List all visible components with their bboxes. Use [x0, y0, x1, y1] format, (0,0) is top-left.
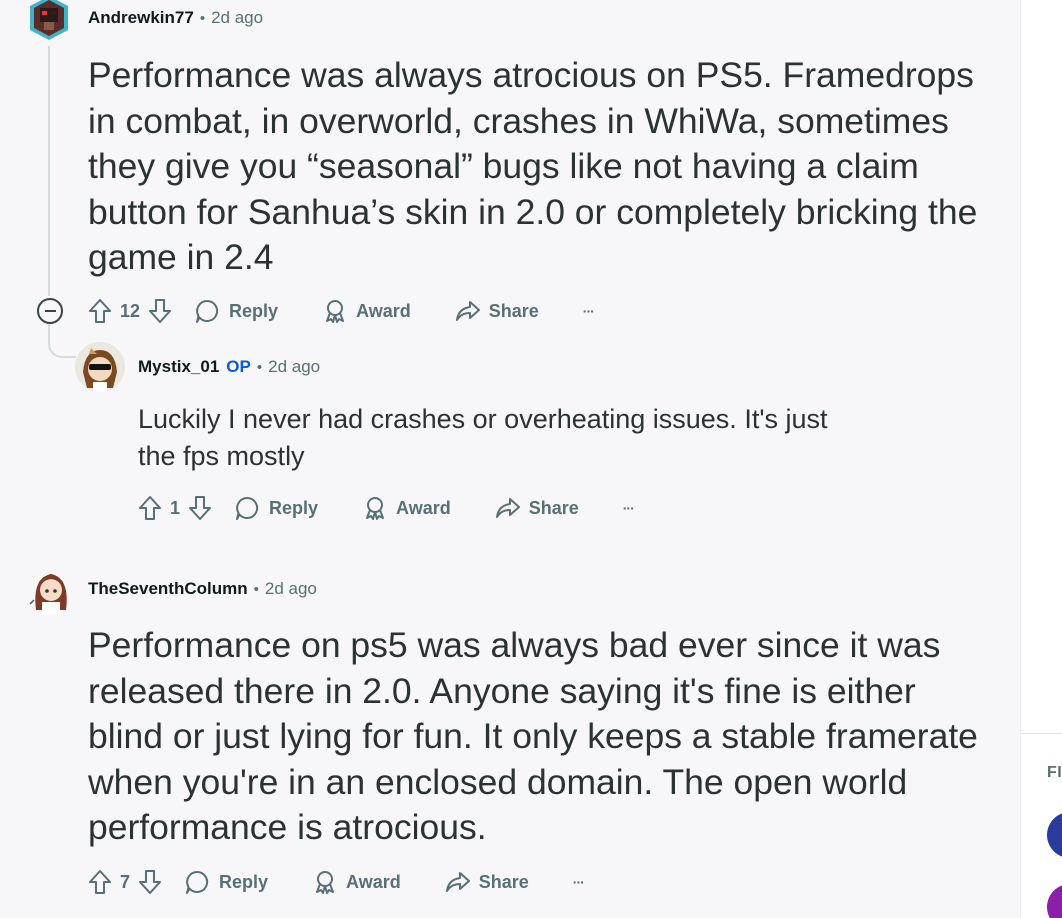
community-avatar[interactable] — [1047, 812, 1062, 858]
downvote-button[interactable] — [188, 495, 212, 521]
award-icon — [366, 497, 385, 520]
comment-bubble-icon — [236, 496, 259, 520]
comment-body: Luckily I never had crashes or overheati… — [138, 404, 828, 471]
reply-label: Reply — [229, 300, 279, 321]
upvote-button[interactable] — [88, 869, 112, 895]
vote-count: 1 — [170, 497, 181, 518]
downvote-button[interactable] — [148, 298, 172, 324]
meta-separator: • — [256, 358, 263, 376]
award-icon — [316, 871, 335, 894]
reply-label: Reply — [269, 497, 319, 518]
vote-count: 7 — [120, 871, 131, 892]
award-label: Award — [396, 497, 451, 518]
share-label: Share — [528, 497, 579, 518]
username[interactable]: Andrewkin77 — [88, 8, 194, 28]
comment-bubble-icon — [196, 299, 219, 323]
thread-line[interactable] — [48, 46, 50, 296]
comment-actions: 7 Reply Award Share ··· — [88, 867, 585, 897]
share-label: Share — [478, 871, 529, 892]
downvote-icon — [149, 299, 172, 323]
upvote-icon — [89, 299, 111, 323]
comment-actions: 1 Reply Award Share ··· — [138, 493, 635, 523]
downvote-icon — [139, 870, 162, 894]
vote-count: 12 — [120, 300, 141, 321]
more-options-button[interactable]: ··· — [583, 303, 595, 319]
award-button[interactable]: Award — [322, 298, 411, 324]
timestamp[interactable]: 2d ago — [268, 357, 320, 377]
avatar[interactable] — [75, 342, 125, 392]
minus-icon — [44, 310, 56, 312]
avatar[interactable] — [26, 0, 72, 44]
upvote-icon — [89, 870, 111, 894]
op-badge: OP — [226, 357, 251, 376]
comment-meta: TheSeventhColumn • 2d ago — [88, 579, 317, 599]
reply-button[interactable]: Reply — [184, 869, 268, 895]
timestamp[interactable]: 2d ago — [211, 8, 263, 28]
meta-separator: • — [253, 580, 259, 598]
share-button[interactable]: Share — [495, 495, 579, 521]
community-avatar[interactable] — [1047, 884, 1062, 918]
thread-branch-line — [48, 324, 76, 358]
sidebar-section-label: FI — [1047, 764, 1062, 781]
right-sidebar: FI — [1020, 0, 1062, 918]
timestamp[interactable]: 2d ago — [265, 579, 317, 599]
share-button[interactable]: Share — [455, 298, 539, 324]
sidebar-divider — [1021, 733, 1062, 734]
award-label: Award — [346, 871, 401, 892]
more-options-button[interactable]: ··· — [623, 500, 635, 516]
collapse-thread-button[interactable] — [37, 298, 63, 324]
upvote-button[interactable] — [138, 495, 162, 521]
reply-button[interactable]: Reply — [194, 298, 278, 324]
comment-thread: Andrewkin77 • 2d ago Performance was alw… — [0, 0, 1020, 918]
share-label: Share — [488, 300, 539, 321]
reply-button[interactable]: Reply — [234, 495, 318, 521]
upvote-icon — [139, 496, 161, 520]
award-icon — [326, 300, 345, 323]
share-icon — [445, 872, 470, 892]
more-options-button[interactable]: ··· — [573, 874, 585, 890]
username[interactable]: TheSeventhColumn — [88, 579, 248, 599]
username[interactable]: Mystix_01 — [138, 357, 219, 377]
share-icon — [455, 301, 480, 321]
downvote-icon — [189, 496, 212, 520]
meta-separator: • — [199, 9, 206, 27]
comment-body: Performance was always atrocious on PS5.… — [88, 55, 978, 277]
reply-label: Reply — [219, 871, 269, 892]
award-label: Award — [356, 300, 411, 321]
share-button[interactable]: Share — [445, 869, 529, 895]
comment-meta: Andrewkin77 • 2d ago — [88, 8, 263, 28]
comment-body: Performance on ps5 was always bad ever s… — [88, 625, 978, 847]
share-icon — [495, 498, 520, 518]
comment-meta: Mystix_01 OP • 2d ago — [138, 357, 320, 377]
award-button[interactable]: Award — [312, 869, 401, 895]
avatar[interactable] — [26, 564, 76, 616]
award-button[interactable]: Award — [362, 495, 451, 521]
upvote-button[interactable] — [88, 298, 112, 324]
comment-actions: 12 Reply Award Share ··· — [88, 296, 595, 326]
comment-bubble-icon — [186, 870, 209, 894]
downvote-button[interactable] — [138, 869, 162, 895]
